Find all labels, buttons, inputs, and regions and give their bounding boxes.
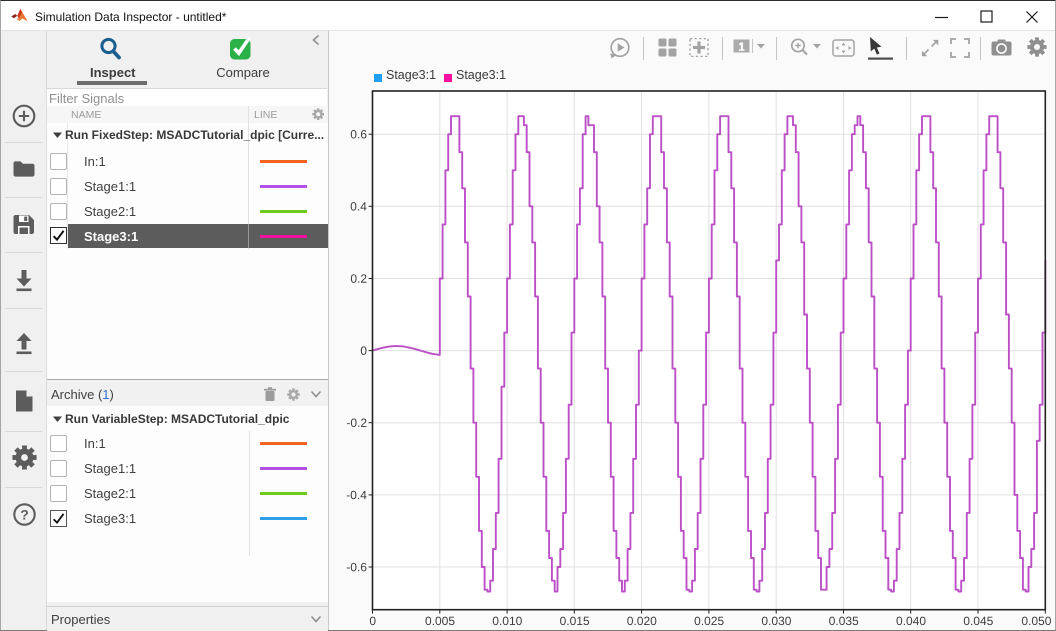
- svg-text:?: ?: [20, 506, 29, 522]
